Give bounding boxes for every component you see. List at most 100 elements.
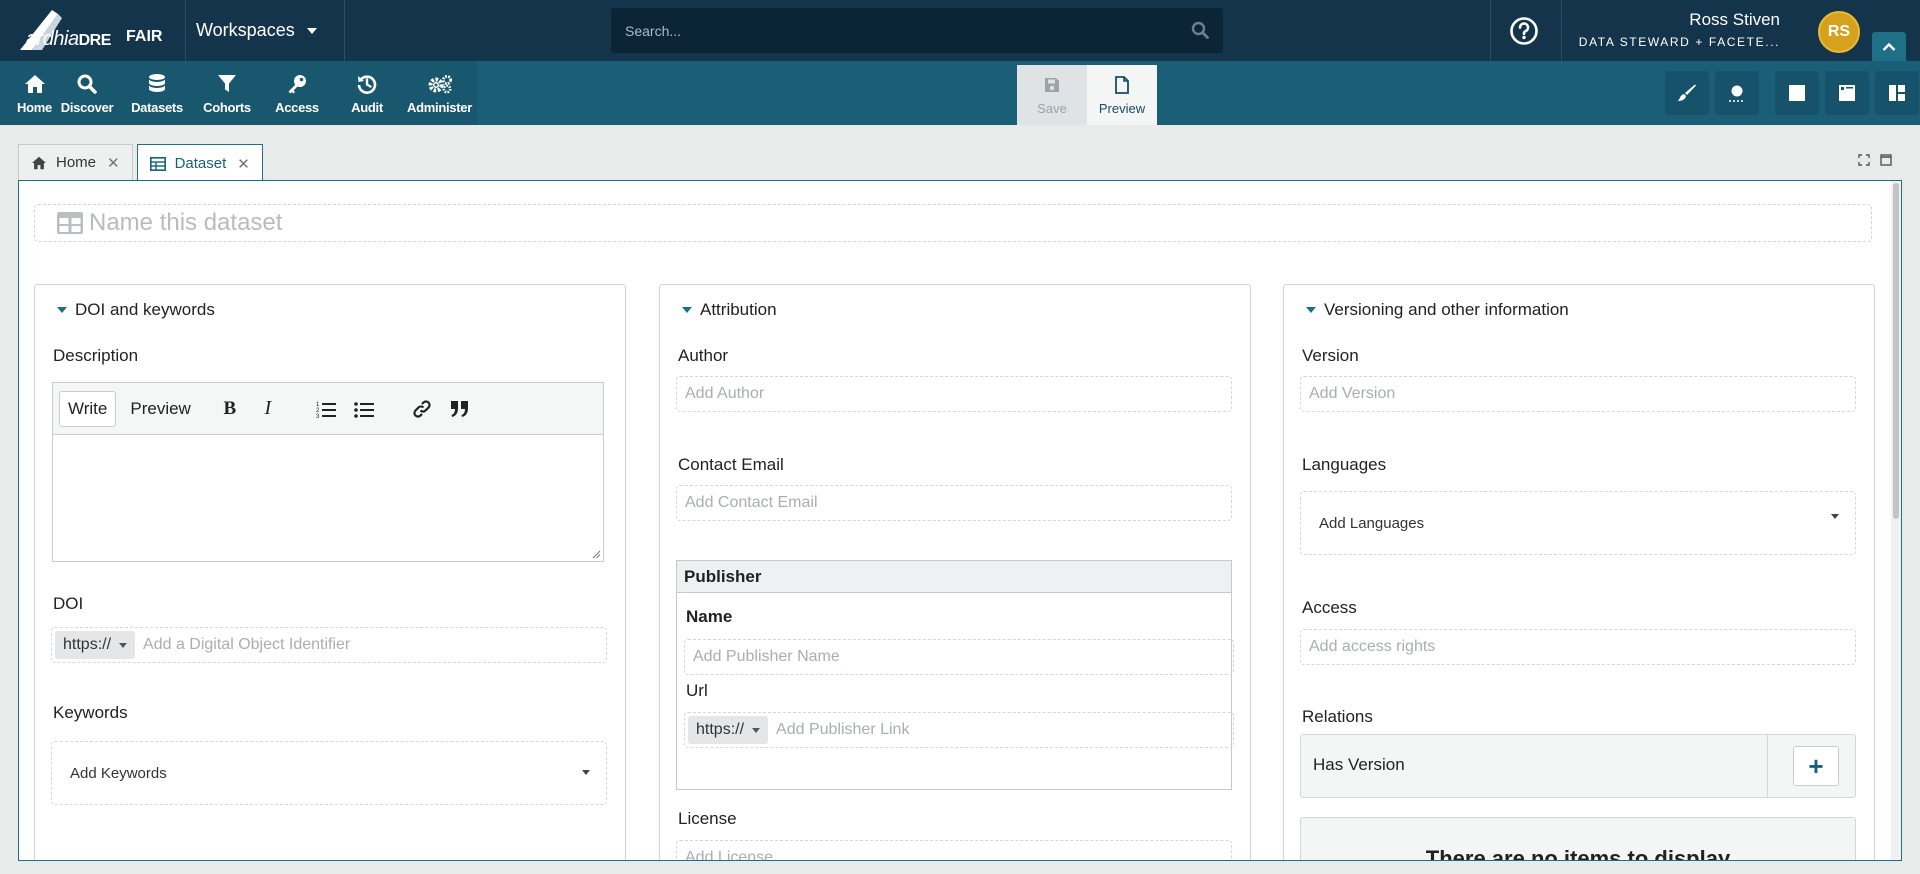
divider [1490, 0, 1491, 61]
user-name: Ross Stiven [1689, 10, 1780, 29]
caret-down-icon [306, 27, 317, 34]
plus-icon: + [1808, 750, 1824, 781]
bold-icon: B [223, 397, 237, 419]
quote-button[interactable] [441, 391, 479, 427]
user-info[interactable]: Ross Stiven DATA STEWARD + FACETE... [1570, 10, 1780, 49]
maximize-icon[interactable] [1880, 154, 1892, 166]
author-label: Author [678, 346, 729, 365]
layout-single-button[interactable] [1775, 71, 1819, 115]
ordered-list-icon: 123 [316, 402, 336, 418]
contact-email-input[interactable] [677, 494, 1231, 512]
empty-state: There are no items to display [1300, 817, 1856, 860]
relations-label: Relations [1302, 707, 1373, 726]
publisher-url-field: https:// [684, 712, 1234, 748]
dot-underline-icon [1729, 85, 1745, 102]
publisher-url-input[interactable] [768, 721, 1233, 739]
history-icon [357, 74, 377, 94]
square-icon [1789, 85, 1805, 101]
editor-toolbar: Write Preview B I 123 [53, 383, 603, 435]
search-input[interactable] [611, 8, 1171, 53]
nav-home-button[interactable]: Home [17, 61, 52, 125]
theme-button[interactable] [1665, 71, 1709, 115]
panel-header[interactable]: Versioning and other information [1306, 300, 1569, 320]
preview-tab[interactable]: Preview [122, 391, 198, 427]
description-textarea[interactable] [53, 435, 603, 561]
publisher-name-field [684, 639, 1234, 675]
bold-button[interactable]: B [211, 391, 249, 427]
tab-home[interactable]: Home ✕ [18, 144, 133, 180]
close-icon[interactable]: ✕ [237, 155, 250, 173]
italic-button[interactable]: I [249, 391, 287, 427]
nav-label: Administer [407, 99, 472, 115]
nav-label: Audit [351, 99, 383, 115]
search-icon[interactable] [1191, 21, 1209, 39]
nav-discover-button[interactable]: Discover [52, 61, 122, 125]
license-field [676, 840, 1232, 860]
nav-cohorts-button[interactable]: Cohorts [192, 61, 262, 125]
doi-field: https:// [51, 627, 607, 663]
file-icon [1115, 76, 1129, 94]
nav-label: Cohorts [203, 99, 251, 115]
link-button[interactable] [403, 391, 441, 427]
dataset-name-input[interactable] [89, 209, 1789, 237]
nav-administer-button[interactable]: Administer [402, 61, 477, 125]
write-tab[interactable]: Write [59, 390, 117, 427]
nav-label: Home [17, 99, 52, 115]
layout-tools [1665, 71, 1919, 115]
ordered-list-button[interactable]: 123 [307, 391, 345, 427]
keywords-label: Keywords [53, 703, 128, 722]
doi-input[interactable] [135, 636, 606, 654]
nav-audit-button[interactable]: Audit [332, 61, 402, 125]
url-protocol-select[interactable]: https:// [688, 716, 769, 744]
main-toolbar: Home Discover Datasets Cohorts Access Au… [0, 61, 1920, 125]
avatar[interactable]: RS [1818, 11, 1860, 53]
keywords-select[interactable]: Add Keywords [51, 741, 607, 805]
license-input[interactable] [677, 849, 1231, 860]
resize-grip-icon[interactable] [591, 549, 601, 559]
save-icon [1045, 78, 1059, 92]
panel-header[interactable]: DOI and keywords [57, 300, 215, 320]
save-button[interactable]: Save [1017, 65, 1087, 125]
close-icon[interactable]: ✕ [107, 154, 120, 172]
home-icon [24, 74, 45, 93]
author-input[interactable] [677, 385, 1231, 403]
panel-title: DOI and keywords [75, 300, 215, 319]
window-icon [1839, 85, 1855, 101]
nav-datasets-button[interactable]: Datasets [122, 61, 192, 125]
dataset-editor: DOI and keywords Description Write Previ… [18, 180, 1902, 861]
markdown-editor: Write Preview B I 123 [52, 382, 604, 562]
nav-access-button[interactable]: Access [262, 61, 332, 125]
access-input[interactable] [1301, 638, 1855, 656]
divider [1561, 0, 1562, 61]
fullscreen-icon[interactable] [1858, 154, 1870, 166]
app-logo[interactable]: ardhiaDRE FAIR [18, 8, 168, 52]
layout-header-button[interactable] [1825, 71, 1869, 115]
version-input[interactable] [1301, 385, 1855, 403]
layout-split-button[interactable] [1875, 71, 1919, 115]
collapse-header-button[interactable] [1872, 32, 1906, 62]
nav-label: Datasets [131, 99, 183, 115]
author-field [676, 376, 1232, 412]
tab-dataset[interactable]: Dataset ✕ [136, 144, 263, 182]
publisher-section: Publisher Name Url https:// [676, 560, 1234, 790]
scrollbar-thumb[interactable] [1893, 183, 1899, 519]
help-icon[interactable] [1508, 15, 1540, 47]
access-label: Access [1302, 598, 1357, 617]
bullet-list-button[interactable] [345, 391, 383, 427]
key-icon [288, 74, 306, 93]
license-label: License [678, 809, 737, 828]
doi-label: DOI [53, 594, 84, 613]
preview-button[interactable]: Preview [1087, 65, 1157, 125]
publisher-url-label: Url [686, 681, 708, 700]
focus-button[interactable] [1715, 71, 1759, 115]
panel-header[interactable]: Attribution [682, 300, 777, 320]
add-relation-button[interactable]: + [1793, 746, 1839, 786]
publisher-name-input[interactable] [685, 648, 1233, 666]
dataset-name-row [34, 204, 1872, 242]
table-icon [57, 212, 83, 234]
workspaces-menu[interactable]: Workspaces [190, 0, 323, 61]
languages-select[interactable]: Add Languages [1300, 491, 1856, 555]
caret-down-icon [1306, 307, 1316, 313]
scrollbar[interactable] [1891, 181, 1901, 860]
doi-protocol-select[interactable]: https:// [55, 631, 136, 659]
